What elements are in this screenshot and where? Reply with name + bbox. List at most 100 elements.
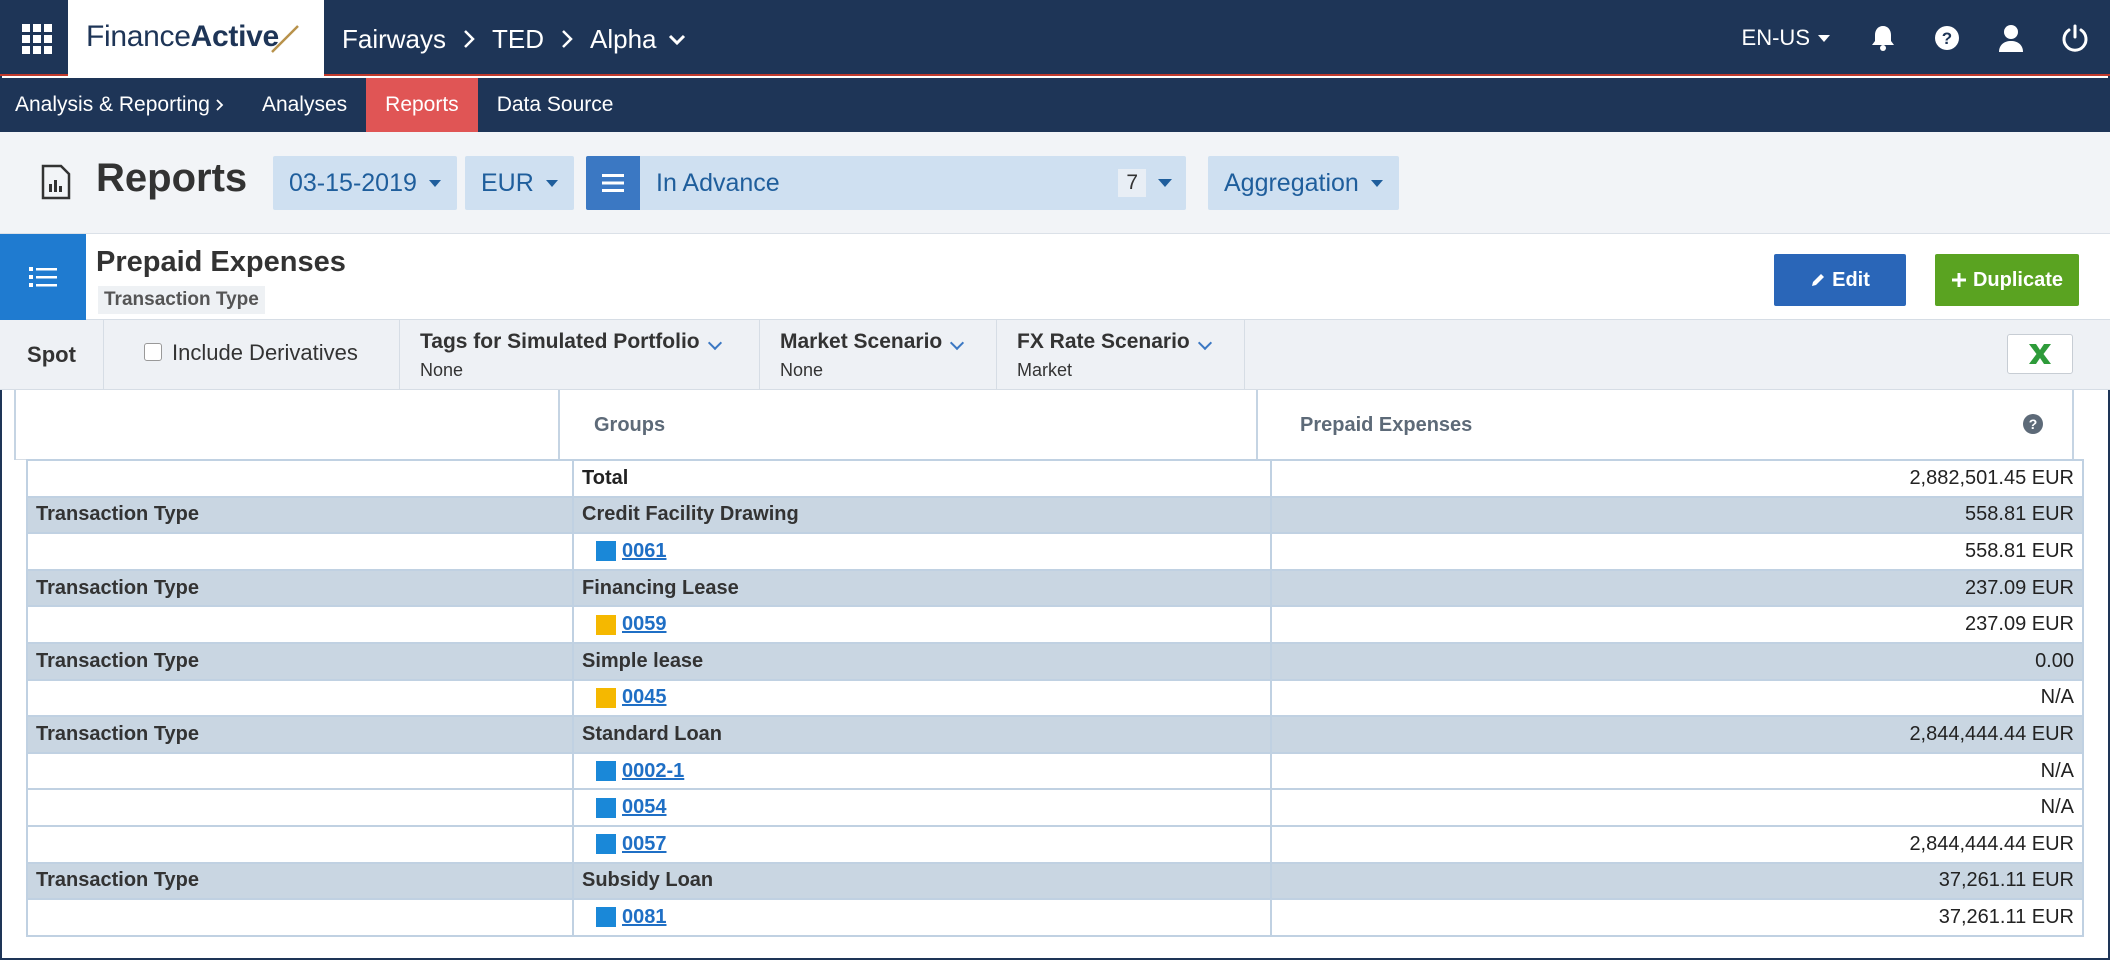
value-cell: N/A	[1270, 788, 2084, 827]
nav-analysis-reporting[interactable]: Analysis & Reporting	[0, 78, 243, 132]
group-row: Transaction Type Financing Lease 237.09 EU…	[26, 568, 2084, 608]
excel-export-button[interactable]	[2007, 334, 2073, 374]
report-document-icon	[41, 164, 71, 200]
currency-selector[interactable]: EUR	[465, 156, 574, 210]
logo[interactable]: FinanceActive	[68, 0, 324, 76]
breadcrumb-item[interactable]: Fairways	[342, 24, 446, 55]
value-cell: 2,844,444.44 EUR	[1270, 715, 2084, 754]
spot-toggle[interactable]: Spot	[0, 320, 104, 390]
value-cell: 0.00	[1270, 641, 2084, 681]
caret-down-icon	[1818, 34, 1830, 42]
group-cell: 0054	[572, 788, 1272, 827]
group-cell: 0045	[572, 678, 1272, 718]
color-swatch-icon	[596, 687, 616, 708]
selection-label: In Advance	[656, 168, 780, 197]
caret-down-icon	[428, 179, 441, 187]
contract-link[interactable]: 0061	[622, 540, 667, 563]
table-row: 0054 N/A	[26, 788, 2084, 827]
caret-down-icon	[545, 179, 558, 187]
help-icon[interactable]: ?	[1932, 23, 1962, 53]
excel-icon	[2029, 344, 2051, 364]
level-cell	[26, 532, 574, 571]
group-cell: 0059	[572, 605, 1272, 644]
duplicate-button[interactable]: Duplicate	[1935, 254, 2079, 306]
breadcrumb-item[interactable]: Alpha	[590, 24, 657, 55]
bell-icon[interactable]	[1868, 23, 1898, 53]
level-cell	[26, 788, 574, 827]
market-scenario-dropdown[interactable]: Market Scenario None	[760, 320, 997, 390]
aggregation-selector[interactable]: Aggregation	[1208, 156, 1399, 210]
selection-count-badge: 7	[1118, 169, 1146, 197]
caret-down-icon[interactable]	[1158, 179, 1172, 187]
level-cell	[26, 605, 574, 644]
app-launcher-icon[interactable]	[22, 24, 52, 54]
hamburger-icon	[602, 174, 624, 192]
chevron-down-icon[interactable]	[667, 32, 687, 46]
nav-data-source[interactable]: Data Source	[478, 78, 633, 132]
language-label: EN-US	[1741, 25, 1810, 50]
include-derivatives-checkbox[interactable]	[144, 343, 162, 361]
total-row: Total 2,882,501.45 EUR	[26, 459, 2084, 498]
value-cell: 558.81 EUR	[1270, 532, 2084, 571]
level-cell	[26, 678, 574, 718]
contract-link[interactable]: 0045	[622, 686, 667, 709]
report-title: Prepaid Expenses	[96, 246, 346, 278]
power-icon[interactable]	[2060, 23, 2090, 53]
level-cell: Transaction Type	[26, 861, 574, 901]
include-derivatives-option[interactable]: Include Derivatives	[104, 320, 400, 390]
color-swatch-icon	[596, 907, 616, 928]
level-cell: Transaction Type	[26, 568, 574, 608]
include-derivatives-label: Include Derivatives	[172, 340, 358, 365]
group-row: Transaction Type Subsidy Loan 37,261.11 EU…	[26, 861, 2084, 901]
group-row: Transaction Type Credit Facility Drawing 5…	[26, 495, 2084, 535]
breadcrumb-item[interactable]: TED	[492, 24, 544, 55]
edit-button[interactable]: Edit	[1774, 254, 1906, 306]
page-title: Reports	[96, 156, 248, 200]
contract-link[interactable]: 0054	[622, 796, 667, 819]
chevron-down-icon	[1197, 335, 1212, 351]
column-header-prepaid-expenses[interactable]: Prepaid Expenses	[1300, 390, 1472, 460]
chevron-right-icon	[464, 30, 475, 48]
nav-reports[interactable]: Reports	[366, 78, 478, 132]
level-cell	[26, 898, 574, 937]
chevron-down-icon	[950, 335, 965, 351]
contract-link[interactable]: 0057	[622, 833, 667, 856]
group-cell: 0002-1	[572, 751, 1272, 791]
contract-link[interactable]: 0002-1	[622, 760, 684, 783]
grouping-tag: Transaction Type	[98, 286, 265, 314]
nav-analyses[interactable]: Analyses	[243, 78, 366, 132]
color-swatch-icon	[596, 614, 616, 635]
level-cell	[26, 824, 574, 864]
level-cell: Transaction Type	[26, 495, 574, 535]
group-cell: Credit Facility Drawing	[572, 495, 1272, 535]
selection-dropdown[interactable]: In Advance 7	[586, 156, 1186, 210]
chevron-down-icon	[707, 335, 722, 351]
user-icon[interactable]	[1996, 23, 2026, 53]
report-list-button[interactable]	[0, 234, 86, 320]
language-selector[interactable]: EN-US	[1742, 25, 1830, 51]
date-selector[interactable]: 03-15-2019	[273, 156, 457, 210]
contract-link[interactable]: 0059	[622, 613, 667, 636]
level-cell: Transaction Type	[26, 715, 574, 754]
level-cell: Transaction Type	[26, 641, 574, 681]
value-cell: 237.09 EUR	[1270, 568, 2084, 608]
group-cell: Subsidy Loan	[572, 861, 1272, 901]
group-cell: 0061	[572, 532, 1272, 571]
report-table: Total 2,882,501.45 EUR Transaction Type Cre…	[26, 459, 2084, 937]
color-swatch-icon	[596, 541, 616, 562]
group-row: Transaction Type Simple lease 0.00	[26, 641, 2084, 681]
value-cell: 237.09 EUR	[1270, 605, 2084, 644]
fx-rate-scenario-dropdown[interactable]: FX Rate Scenario Market	[997, 320, 1245, 390]
column-header-groups[interactable]: Groups	[594, 390, 665, 460]
selection-list-button[interactable]	[586, 156, 640, 210]
help-icon[interactable]: ?	[2023, 414, 2043, 434]
contract-link[interactable]: 0081	[622, 906, 667, 929]
filter-bar: Spot Include Derivatives Tags for Simula…	[0, 320, 2110, 390]
table-row: 0081 37,261.11 EUR	[26, 898, 2084, 937]
top-right-controls: EN-US ?	[1742, 0, 2110, 76]
chevron-right-icon	[216, 99, 224, 111]
value-cell: 37,261.11 EUR	[1270, 898, 2084, 937]
chevron-right-icon	[562, 30, 573, 48]
tags-dropdown[interactable]: Tags for Simulated Portfolio None	[400, 320, 760, 390]
table-row: 0061 558.81 EUR	[26, 532, 2084, 571]
